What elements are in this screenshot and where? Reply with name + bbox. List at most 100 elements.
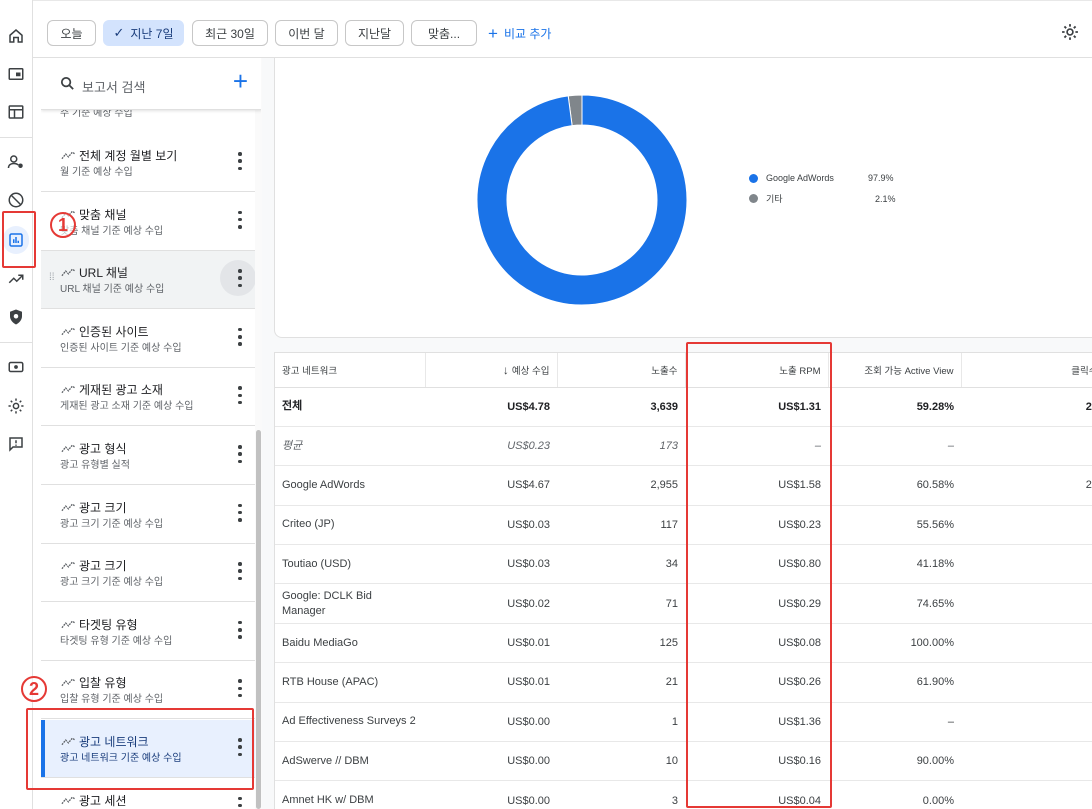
table-cell: 0.00% [828, 780, 961, 809]
report-list-item[interactable]: 인증된 사이트인증된 사이트 기준 예상 수입 [41, 309, 261, 368]
more-vert-icon[interactable] [236, 503, 244, 522]
table-cell: Toutiao (USD) [275, 544, 425, 585]
column-header-clicks[interactable]: 클릭수 [961, 353, 1092, 388]
rail-divider [0, 342, 32, 343]
report-list-item[interactable]: 광고 크기 광고 크기 기준 예상 수입 [41, 544, 261, 603]
table-row[interactable]: RTB House (APAC)US$0.0121US$0.2661.90%0 [275, 662, 1092, 703]
table-cell: 59.28% [828, 387, 961, 427]
report-subtitle: 타겟팅 유형 기준 예상 수입 [60, 635, 173, 647]
add-report-button[interactable]: + [233, 68, 248, 94]
donut-chart [476, 94, 688, 306]
report-list-item[interactable]: 게재된 광고 소재 게재된 광고 소재 기준 예상 수입 [41, 368, 261, 427]
trending-icon[interactable] [5, 268, 27, 290]
more-vert-icon[interactable] [236, 796, 244, 809]
report-list-item[interactable]: 광고 네트워크 광고 네트워크 기준 예상 수입 [41, 720, 261, 778]
panel-scrollbar-thumb[interactable] [256, 430, 261, 809]
report-list-item[interactable]: 입찰 유형입찰 유형 기준 예상 수입 [41, 661, 261, 720]
more-vert-icon[interactable] [236, 386, 244, 405]
add-compare-button[interactable]: + 비교 추가 [488, 25, 551, 42]
table-row[interactable]: Criteo (JP)US$0.03117US$0.2355.56%1 [275, 505, 1092, 546]
chip-custom[interactable]: 맞춤... [411, 20, 477, 46]
more-vert-icon[interactable] [236, 269, 244, 288]
table-cell: 0 [961, 702, 1092, 743]
table-settings-gear-icon[interactable] [1060, 22, 1080, 42]
more-vert-icon[interactable] [236, 445, 244, 463]
privacy-icon[interactable] [5, 151, 27, 173]
report-title: 인증된 사이트 [79, 324, 149, 339]
table-row[interactable]: Amnet HK w/ DBMUS$0.003US$0.040.00%0 [275, 780, 1092, 809]
table-row[interactable]: Toutiao (USD)US$0.0334US$0.8041.18%0 [275, 544, 1092, 585]
table-row[interactable]: 전체US$4.783,639US$1.3159.28%22 [275, 387, 1092, 427]
column-header-impressions[interactable]: 노출수 [557, 353, 686, 388]
table-cell: 55.56% [828, 505, 961, 546]
report-spark-icon [61, 385, 76, 394]
chip-this-month[interactable]: 이번 달 [275, 20, 338, 46]
column-header-estimated-revenue[interactable]: ↓ 예상 수입 [425, 353, 558, 388]
table-cell: US$0.16 [685, 741, 828, 782]
report-subtitle: 인증된 사이트 기준 예상 수입 [60, 342, 182, 354]
table-cell: 0 [961, 544, 1092, 585]
report-spark-icon [61, 678, 76, 687]
table-cell: US$4.67 [425, 465, 557, 506]
report-spark-icon [61, 620, 76, 628]
search-input[interactable]: 보고서 검색 [82, 77, 145, 96]
table-cell: 0 [961, 583, 1092, 624]
report-title: 타겟팅 유형 [79, 617, 138, 632]
table-cell: US$0.01 [425, 623, 557, 664]
ads-icon[interactable] [5, 101, 27, 123]
report-subtitle: 입찰 유형 기준 예상 수입 [60, 694, 164, 706]
chip-last-7-days[interactable]: ✓ 지난 7일 [103, 20, 184, 46]
legend-item-google-adwords[interactable]: Google AdWords 97.9% [749, 173, 894, 183]
block-icon[interactable] [5, 189, 27, 211]
report-list-item[interactable]: 전체 계정 월별 보기 월 기준 예상 수입 [41, 134, 261, 192]
chip-last-month[interactable]: 지난달 [345, 20, 404, 46]
table-cell: 117 [557, 505, 685, 546]
payments-icon[interactable] [5, 356, 27, 378]
table-cell: 10 [557, 741, 685, 782]
more-vert-icon[interactable] [236, 327, 244, 346]
reports-icon[interactable] [5, 229, 27, 251]
report-list-item[interactable]: ⁞⁞ URL 채널 URL 채널 기준 예상 수입 [41, 251, 261, 310]
report-title: 전체 계정 월별 보기 [79, 149, 178, 163]
brand-safety-icon[interactable] [5, 306, 27, 328]
column-header-active-view[interactable]: 조회 가능 Active View [828, 353, 962, 388]
column-header-impression-rpm[interactable]: 노출 RPM [685, 353, 829, 388]
report-list-item[interactable]: 타겟팅 유형타겟팅 유형 기준 예상 수입 [41, 602, 261, 661]
table-cell: Google AdWords [275, 465, 425, 506]
table-cell: 1 [961, 426, 1092, 467]
more-vert-icon[interactable] [236, 620, 244, 639]
feedback-icon[interactable] [5, 433, 27, 455]
donut-slice-google-adwords[interactable] [476, 94, 688, 306]
table-row[interactable]: Baidu MediaGoUS$0.01125US$0.08100.00%0 [275, 623, 1092, 664]
table-cell: – [828, 426, 961, 467]
chip-today[interactable]: 오늘 [47, 20, 96, 46]
table-cell: US$1.36 [685, 702, 828, 743]
more-vert-icon[interactable] [236, 210, 244, 229]
report-list-item[interactable]: 광고 크기 광고 크기 기준 예상 수입 [41, 485, 261, 544]
table-cell: US$0.80 [685, 544, 828, 585]
table-row[interactable]: Google: DCLK Bid Manager US$0.02 71 US$0.29… [275, 583, 1092, 624]
table-row[interactable]: Ad Effectiveness Surveys 2 US$0.00 1 US$1.3… [275, 702, 1092, 743]
legend-item-other[interactable]: 기타 2.1% [749, 192, 896, 205]
more-vert-icon[interactable] [236, 738, 244, 756]
more-vert-icon[interactable] [236, 152, 244, 170]
chip-last-30-days[interactable]: 최근 30일 [192, 20, 268, 46]
drag-handle-icon[interactable]: ⁞⁞ [49, 273, 57, 287]
settings-icon[interactable] [5, 395, 27, 417]
report-title: 입찰 유형 [79, 676, 127, 691]
table-row[interactable]: 평균US$0.23173––1 [275, 426, 1092, 467]
table-row[interactable]: AdSwerve // DBMUS$0.0010US$0.1690.00%0 [275, 741, 1092, 782]
more-vert-icon[interactable] [236, 679, 244, 698]
home-icon[interactable] [5, 25, 27, 47]
report-title: 게재된 광고 소재 [79, 383, 163, 398]
table-cell: 1 [557, 702, 685, 743]
table-cell: US$0.26 [685, 662, 828, 703]
report-list-item[interactable]: 광고 세션 [41, 778, 261, 809]
more-vert-icon[interactable] [236, 562, 244, 581]
sites-icon[interactable] [5, 63, 27, 85]
report-list-item[interactable]: 광고 형식 광고 유형별 실적 [41, 427, 261, 485]
table-row[interactable]: Google AdWords US$4.67 2,955 US$1.58 60.58% 2… [275, 465, 1092, 506]
column-header-ad-network[interactable]: 광고 네트워크 [275, 353, 426, 388]
report-spark-icon [61, 268, 76, 277]
report-search-bar: 보고서 검색 + [41, 58, 261, 110]
